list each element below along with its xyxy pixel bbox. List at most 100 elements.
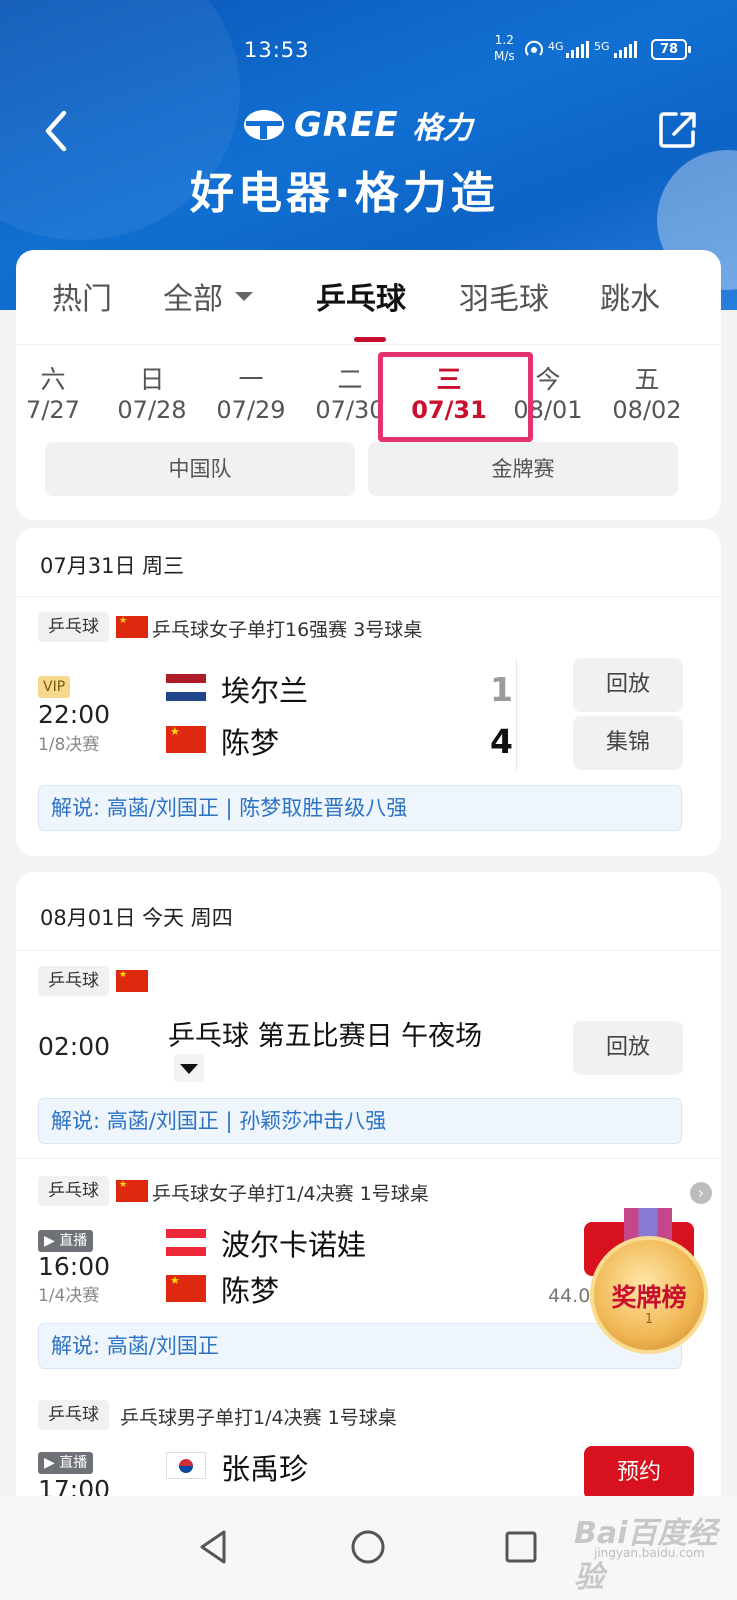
replay-button[interactable]: 回放 (573, 1021, 683, 1075)
sport-tag: 乒乓球 (38, 1400, 109, 1430)
schedule-day-card: 07月31日 周三 乒乓球 乒乓球女子单打16强赛 3号球桌 VIP 22:00… (16, 528, 721, 856)
signal-label-2: 5G (594, 40, 610, 53)
divider (516, 658, 517, 770)
tab-all-label: 全部 (163, 282, 223, 317)
live-badge: ▶ 直播 (38, 1452, 94, 1474)
filter-china-team-button[interactable]: 中国队 (45, 442, 355, 496)
team-name: 张禹珍 (221, 1452, 309, 1486)
team-name: 陈梦 (221, 726, 280, 760)
sport-tab-bar: 热门 全部 乒乓球 羽毛球 跳水 (16, 250, 721, 345)
active-tab-indicator (354, 337, 386, 342)
battery-icon: 78 (651, 39, 691, 60)
filter-gold-medal-button[interactable]: 金牌赛 (368, 442, 678, 496)
match-stage: 1/8决赛 (38, 735, 100, 755)
date-value: 07/29 (216, 396, 286, 424)
chevron-down-icon (235, 292, 253, 301)
date-weekday: 日 (139, 365, 165, 394)
filter-card: 热门 全部 乒乓球 羽毛球 跳水 六 7/27 日 07/28 一 07/29 二 07… (16, 250, 721, 520)
medal-table-button[interactable]: 奖牌榜 1 (586, 1208, 710, 1356)
match-time: 16:00 (38, 1252, 111, 1281)
korea-flag-icon (166, 1452, 206, 1479)
date-value: 07/28 (117, 396, 187, 424)
team-score: 1 (490, 670, 513, 709)
tab-all[interactable]: 全部 (163, 274, 253, 318)
china-flag-icon (166, 1275, 206, 1302)
date-weekday: 六 (40, 365, 66, 394)
live-badge: ▶ 直播 (38, 1230, 94, 1252)
replay-button[interactable]: 回放 (573, 658, 683, 712)
expand-toggle[interactable] (174, 1054, 204, 1082)
team-score: 4 (490, 722, 513, 761)
tab-badminton[interactable]: 羽毛球 (459, 274, 549, 318)
medal-label: 奖牌榜 (611, 1283, 687, 1312)
date-item[interactable]: 一 07/29 (206, 360, 296, 424)
austria-flag-icon (166, 1229, 206, 1256)
selection-highlight (378, 352, 533, 442)
hotspot-icon (525, 40, 543, 56)
baidu-watermark-url: jingyan.baidu.com (594, 1546, 705, 1560)
tab-table-tennis[interactable]: 乒乓球 (316, 274, 406, 318)
brand-name-cn: 格力 (412, 111, 473, 146)
divider (16, 596, 721, 597)
china-flag-icon (116, 970, 148, 992)
share-icon[interactable] (656, 108, 700, 152)
team-name: 波尔卡诺娃 (221, 1228, 367, 1262)
tab-hot[interactable]: 热门 (52, 274, 112, 318)
team-name: 陈梦 (221, 1274, 280, 1308)
header-slogan: 好电器·格力造 (190, 168, 499, 219)
sport-tag: 乒乓球 (38, 966, 109, 996)
nav-back-icon[interactable] (190, 1522, 240, 1572)
signal-bars-icon (566, 40, 589, 58)
team-name: 埃尔兰 (221, 674, 309, 708)
match-time: 02:00 (38, 1032, 111, 1061)
match-title: 乒乓球女子单打1/4决赛 1号球桌 (152, 1183, 429, 1205)
divider (16, 1158, 721, 1159)
divider (16, 950, 721, 951)
brand-name: GREE (294, 105, 399, 145)
match-title: 乒乓球男子单打1/4决赛 1号球桌 (120, 1407, 397, 1429)
sport-tag: 乒乓球 (38, 612, 109, 642)
date-item[interactable]: 六 7/27 (8, 360, 98, 424)
date-value: 7/27 (26, 396, 80, 424)
date-value: 08/02 (612, 396, 682, 424)
medal-number: 1 (644, 1312, 654, 1327)
commentary-bar[interactable]: 解说: 高菡/刘国正 | 孙颖莎冲击八强 (38, 1098, 682, 1144)
china-flag-icon (166, 726, 206, 753)
china-flag-icon (116, 616, 148, 638)
date-weekday: 一 (238, 365, 264, 394)
date-weekday: 五 (634, 365, 660, 394)
highlights-button[interactable]: 集锦 (573, 716, 683, 770)
match-time: 22:00 (38, 700, 111, 729)
match-stage: 1/4决赛 (38, 1286, 100, 1306)
schedule-day-card: 08月01日 今天 周四 乒乓球 02:00 乒乓球 第五比赛日 午夜场 回放 … (16, 872, 721, 1512)
china-flag-icon (116, 1180, 148, 1202)
date-item[interactable]: 五 08/02 (602, 360, 692, 424)
vip-badge: VIP (38, 676, 71, 698)
medal-icon: 奖牌榜 1 (590, 1236, 708, 1354)
day-heading: 07月31日 周三 (40, 554, 185, 578)
status-time: 13:53 (244, 38, 310, 62)
match-title: 乒乓球女子单打16强赛 3号球桌 (152, 619, 423, 641)
gree-logo: GREE 格力 (242, 100, 500, 150)
sport-tag: 乒乓球 (38, 1176, 109, 1206)
chevron-right-icon[interactable]: › (690, 1182, 712, 1204)
match-title: 乒乓球 第五比赛日 午夜场 (168, 1021, 483, 1052)
nav-home-icon[interactable] (343, 1522, 393, 1572)
commentary-bar[interactable]: 解说: 高菡/刘国正 | 陈梦取胜晋级八强 (38, 785, 682, 831)
signal-label-1: 4G (548, 40, 564, 53)
back-arrow-icon[interactable] (38, 105, 78, 157)
chevron-down-icon (180, 1064, 198, 1074)
reserve-button[interactable]: 预约 (584, 1446, 694, 1500)
gree-logo-mark-icon (244, 110, 284, 140)
signal-bars-icon (614, 40, 637, 58)
net-speed-unit: M/s (494, 49, 515, 63)
day-heading: 08月01日 今天 周四 (40, 906, 233, 930)
tab-diving[interactable]: 跳水 (600, 274, 660, 318)
net-speed-value: 1.2 (494, 33, 514, 47)
date-item[interactable]: 日 07/28 (107, 360, 197, 424)
status-bar: 13:53 1.2 M/s 4G 5G 78 (0, 0, 737, 95)
netherlands-flag-icon (166, 674, 206, 701)
nav-recents-icon[interactable] (496, 1522, 546, 1572)
side-number: 44.0 (548, 1285, 591, 1307)
network-speed: 1.2 M/s (494, 32, 515, 64)
